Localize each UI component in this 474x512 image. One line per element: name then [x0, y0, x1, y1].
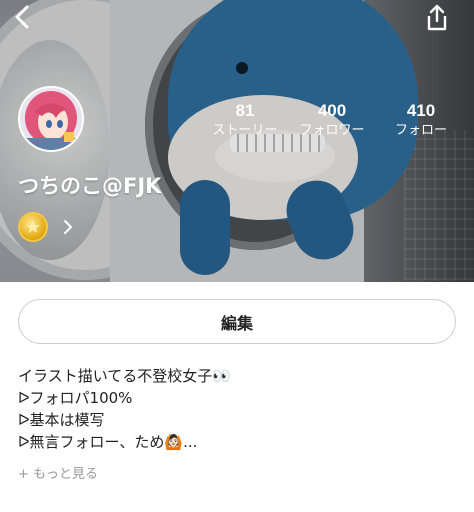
- chevron-right-icon[interactable]: [62, 219, 74, 235]
- edit-profile-button[interactable]: 編集: [18, 299, 456, 344]
- avatar[interactable]: [18, 86, 84, 152]
- stat-following[interactable]: 410 フォロー: [386, 102, 456, 140]
- stat-followers-label: フォロワー: [299, 123, 365, 138]
- chevron-left-icon: [15, 5, 29, 29]
- share-icon: [427, 4, 447, 31]
- show-more-link[interactable]: + もっと見る: [18, 463, 98, 482]
- anime-avatar-image: [20, 88, 82, 150]
- stat-followers-value: 400: [317, 101, 347, 120]
- stat-followers[interactable]: 400 フォロワー: [296, 102, 368, 140]
- bio: イラスト描いてる不登校女子👀 ᐅフォロパ100% ᐅ基本は模写 ᐅ無言フォロー、…: [18, 365, 458, 453]
- edit-button-label: 編集: [220, 313, 253, 333]
- coin-badge-icon[interactable]: [18, 212, 48, 242]
- share-button[interactable]: [424, 4, 450, 32]
- stat-stories-value: 81: [235, 101, 255, 120]
- bio-line: ᐅ基本は模写: [18, 411, 105, 429]
- stat-stories[interactable]: 81 ストーリー: [210, 102, 280, 140]
- bio-line: ᐅ無言フォロー、ため🙆🏻...: [18, 433, 198, 451]
- stat-following-label: フォロー: [394, 123, 447, 138]
- stat-following-value: 410: [406, 101, 436, 120]
- bio-line: イラスト描いてる不登校女子👀: [18, 367, 231, 385]
- username: つちのこ@FJK: [18, 174, 162, 198]
- back-button[interactable]: [10, 4, 36, 30]
- stat-stories-label: ストーリー: [212, 123, 278, 138]
- bio-line: ᐅフォロパ100%: [18, 389, 133, 407]
- coin-star-mark: [26, 220, 40, 233]
